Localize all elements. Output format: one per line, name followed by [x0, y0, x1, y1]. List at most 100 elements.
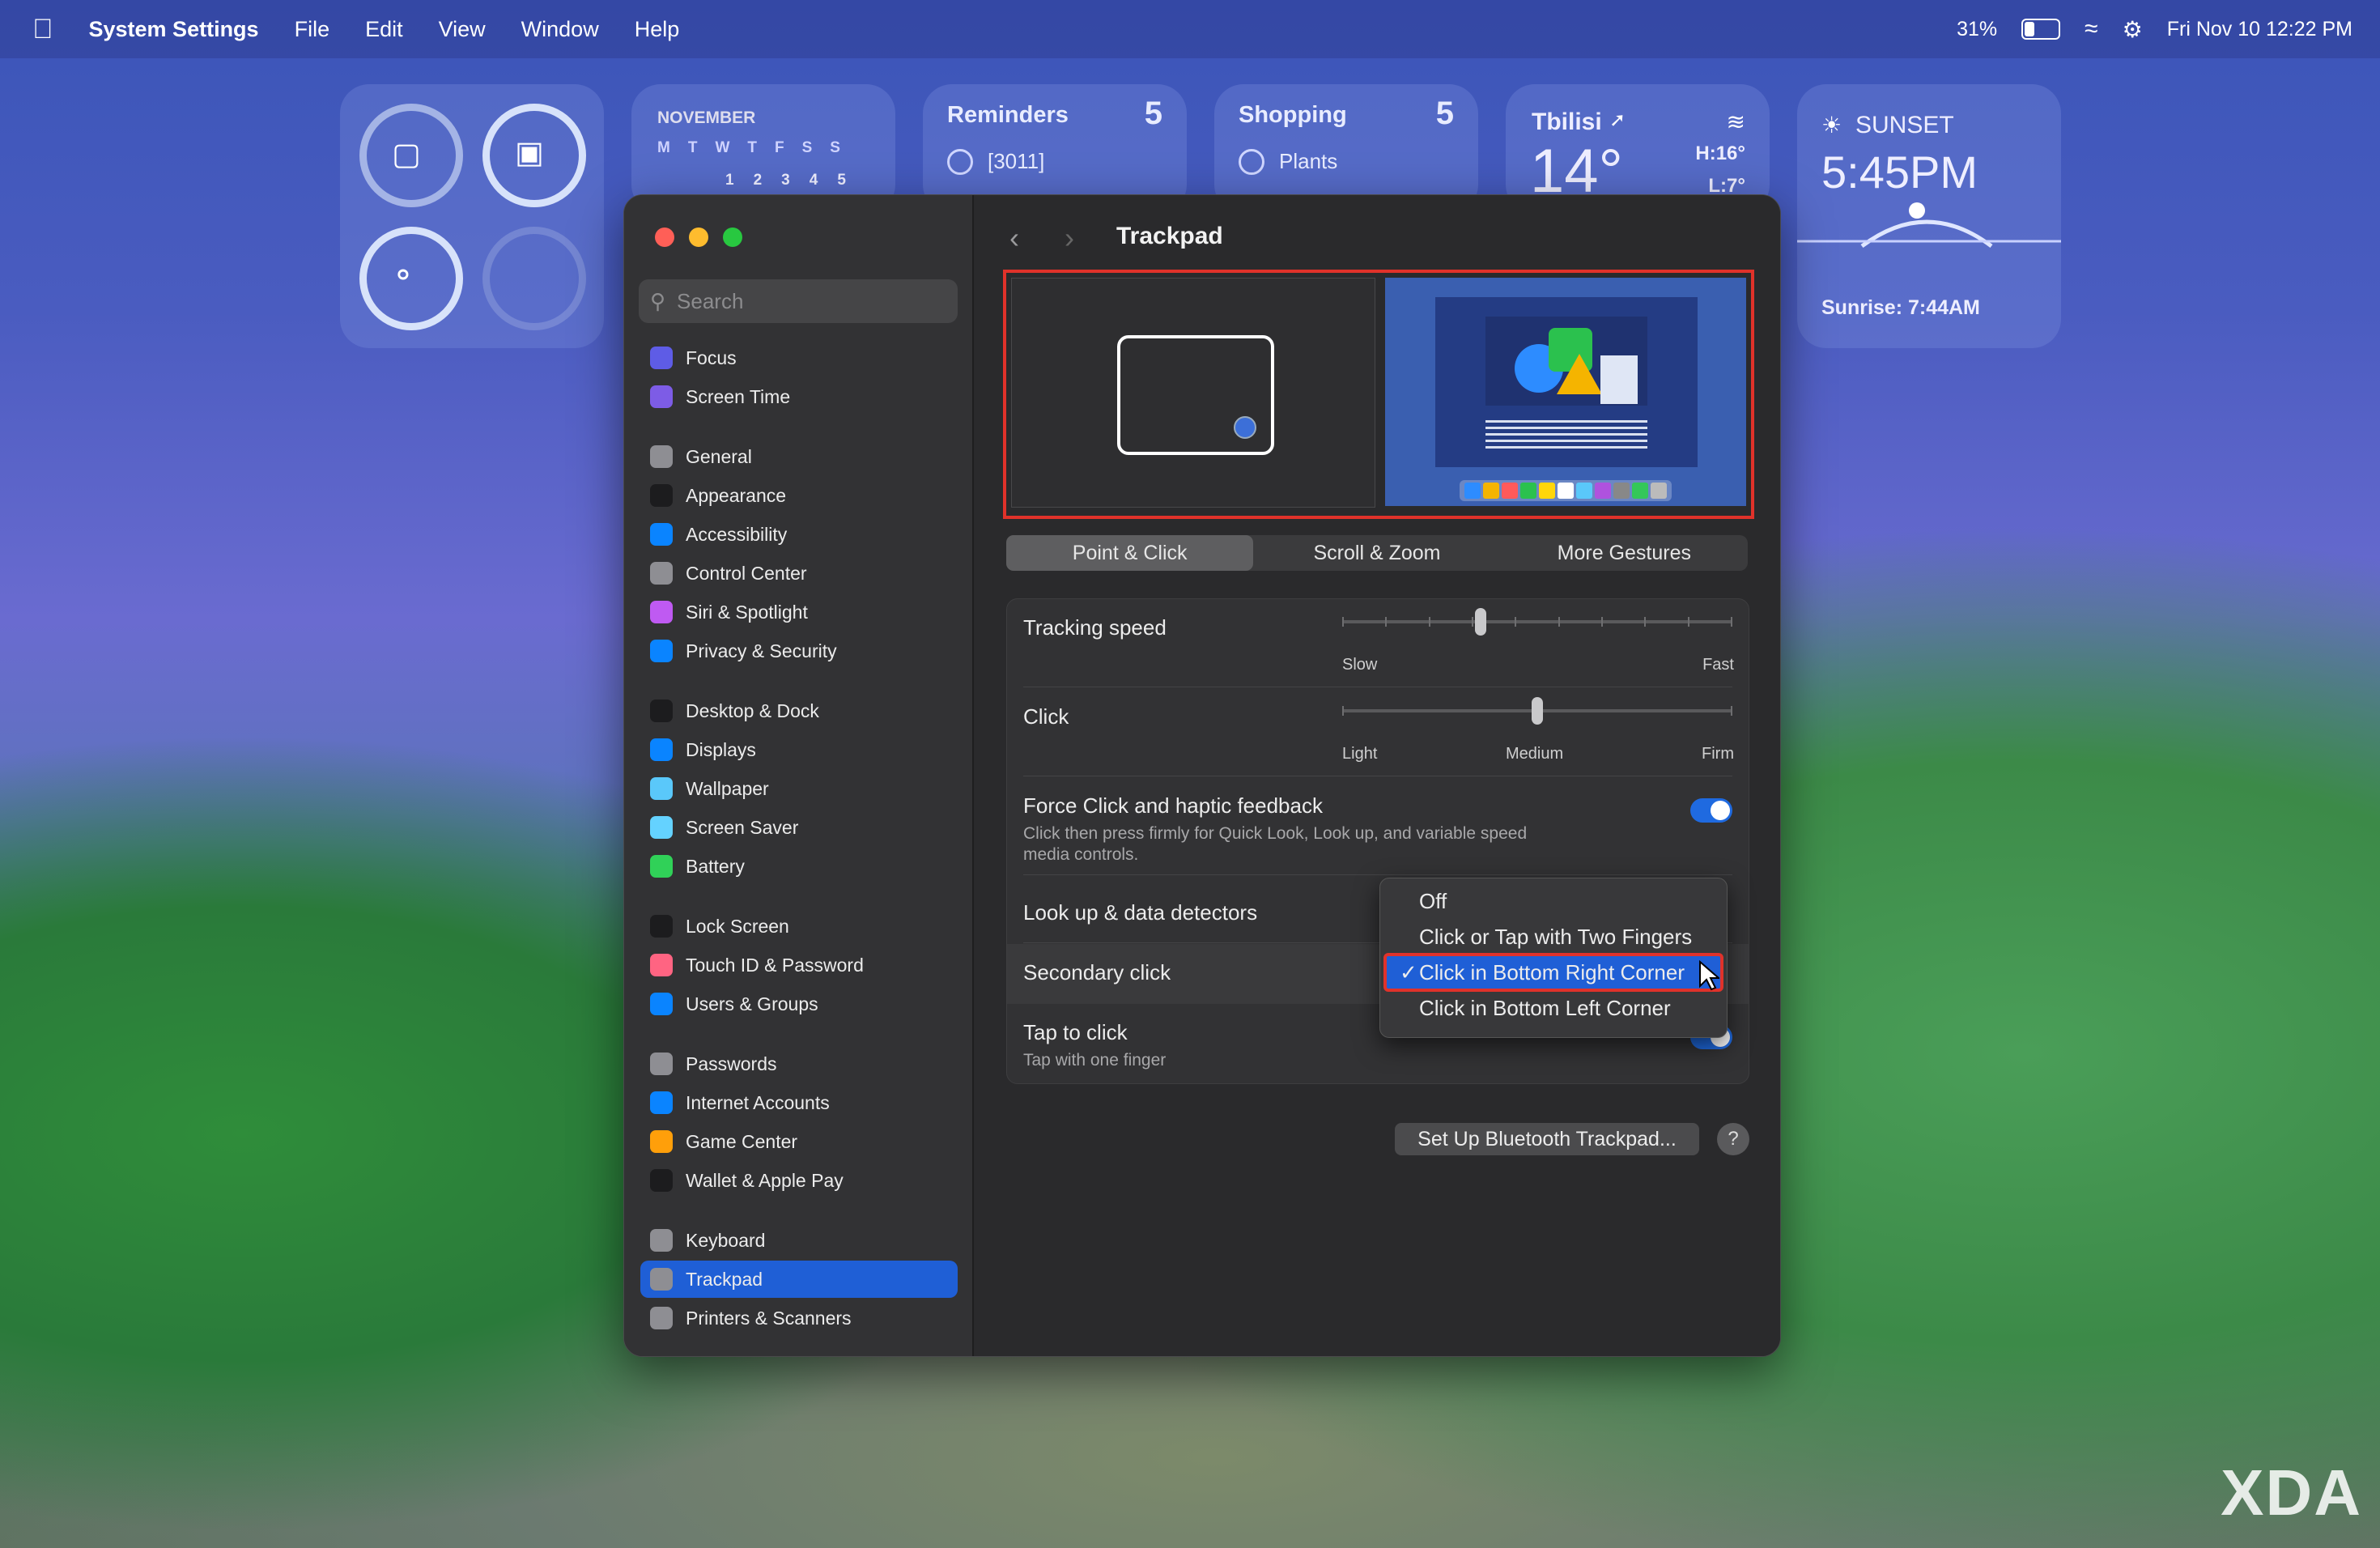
sidebar-item-battery[interactable]: Battery — [640, 848, 958, 885]
shopping-count: 5 — [1435, 96, 1454, 131]
airpods-icon: ⚬ — [390, 259, 416, 293]
sidebar-item-game-center[interactable]: Game Center — [640, 1123, 958, 1160]
sidebar-item-label: Desktop & Dock — [686, 700, 819, 721]
sidebar-item-desktop-dock[interactable]: Desktop & Dock — [640, 692, 958, 729]
weekday: S — [830, 139, 840, 156]
tab-point-click[interactable]: Point & Click — [1006, 535, 1254, 571]
help-button[interactable]: ? — [1717, 1123, 1749, 1155]
reminders-title: Reminders — [947, 102, 1069, 128]
sidebar-item-displays[interactable]: Displays — [640, 731, 958, 768]
sidebar-icon — [650, 484, 673, 507]
minimize-button[interactable] — [689, 228, 708, 247]
sidebar-item-siri-spotlight[interactable]: Siri & Spotlight — [640, 593, 958, 631]
sunset-widget[interactable]: ☀ SUNSET 5:45PM Sunrise: 7:44AM — [1797, 84, 2061, 348]
sidebar-item-label: Privacy & Security — [686, 640, 837, 661]
sidebar: ⚲ Search Focus Screen Time General Appearan… — [624, 195, 974, 1356]
sidebar-item-passwords[interactable]: Passwords — [640, 1045, 958, 1082]
option-off[interactable]: Off — [1380, 883, 1727, 919]
menu-bar:  System Settings File Edit View Window … — [0, 0, 2380, 58]
option-two-fingers[interactable]: Click or Tap with Two Fingers — [1380, 919, 1727, 955]
sidebar-item-label: Lock Screen — [686, 915, 789, 937]
xda-watermark: XDA — [2221, 1457, 2362, 1529]
sidebar-item-screen-saver[interactable]: Screen Saver — [640, 809, 958, 846]
slider-knob[interactable] — [1475, 608, 1486, 636]
sidebar-item-privacy-security[interactable]: Privacy & Security — [640, 632, 958, 670]
sidebar-item-printers-scanners[interactable]: Printers & Scanners — [640, 1299, 958, 1337]
date: 4 — [809, 172, 818, 189]
reminder-checkbox[interactable] — [947, 149, 973, 175]
sidebar-icon — [650, 1307, 673, 1329]
slider-track — [1342, 620, 1732, 623]
sidebar-item-lock-screen[interactable]: Lock Screen — [640, 908, 958, 945]
force-click-desc-2: media controls. — [1023, 845, 1139, 864]
sidebar-item-label: Passwords — [686, 1053, 777, 1074]
sidebar-icon — [650, 385, 673, 408]
slider-tick — [1558, 617, 1560, 627]
sidebar-item-label: Appearance — [686, 484, 787, 506]
menu-help[interactable]: Help — [635, 17, 680, 42]
sidebar-item-wallpaper[interactable]: Wallpaper — [640, 770, 958, 807]
wifi-icon[interactable]: ≈ — [2085, 15, 2097, 43]
sidebar-icon — [650, 1091, 673, 1114]
battery-widget[interactable]: ▢ ▣ ⚬ — [340, 84, 604, 348]
sidebar-item-label: Wallet & Apple Pay — [686, 1169, 844, 1191]
sidebar-item-label: Wallpaper — [686, 777, 769, 799]
menu-edit[interactable]: Edit — [365, 17, 403, 42]
option-bottom-right-corner[interactable]: ✓ Click in Bottom Right Corner — [1383, 953, 1723, 992]
click-medium-label: Medium — [1506, 745, 1564, 763]
sidebar-item-label: Focus — [686, 347, 737, 368]
trackpad-preview — [1011, 278, 1375, 508]
zoom-button[interactable] — [723, 228, 742, 247]
sidebar-item-touch-id-password[interactable]: Touch ID & Password — [640, 946, 958, 984]
tracking-speed-slider[interactable] — [1342, 608, 1732, 653]
sidebar-item-wallet-apple-pay[interactable]: Wallet & Apple Pay — [640, 1162, 958, 1199]
sidebar-item-control-center[interactable]: Control Center — [640, 555, 958, 592]
click-pressure-slider[interactable] — [1342, 697, 1732, 742]
sidebar-icon — [650, 601, 673, 623]
sidebar-item-screen-time[interactable]: Screen Time — [640, 378, 958, 415]
weekday: W — [715, 139, 730, 156]
back-icon[interactable]: ‹ — [1009, 221, 1019, 255]
sidebar-icon — [650, 1268, 673, 1291]
option-label: Click in Bottom Left Corner — [1419, 995, 1671, 1020]
force-click-toggle[interactable] — [1690, 798, 1732, 823]
secondary-click-dropdown: Off Click or Tap with Two Fingers ✓ Clic… — [1379, 878, 1728, 1038]
sidebar-item-accessibility[interactable]: Accessibility — [640, 516, 958, 553]
slider-tick — [1644, 617, 1646, 627]
option-bottom-left-corner[interactable]: Click in Bottom Left Corner — [1380, 990, 1727, 1026]
tab-more-gestures[interactable]: More Gestures — [1501, 535, 1748, 571]
tap-to-click-label: Tap to click — [1023, 1020, 1128, 1044]
sidebar-item-label: Screen Saver — [686, 816, 799, 838]
shopping-checkbox[interactable] — [1239, 149, 1264, 175]
setup-bluetooth-trackpad-button[interactable]: Set Up Bluetooth Trackpad... — [1395, 1123, 1699, 1155]
apple-icon[interactable]:  — [32, 14, 53, 45]
control-center-icon[interactable]: ⚙ — [2123, 16, 2143, 43]
laptop-icon: ▢ — [392, 138, 421, 172]
menu-window[interactable]: Window — [521, 17, 599, 42]
sidebar-item-keyboard[interactable]: Keyboard — [640, 1222, 958, 1259]
sidebar-search[interactable]: ⚲ Search — [639, 279, 958, 323]
menu-file[interactable]: File — [295, 17, 330, 42]
sidebar-icon — [650, 738, 673, 761]
tracking-speed-label: Tracking speed — [1023, 615, 1167, 640]
sidebar-item-focus[interactable]: Focus — [640, 339, 958, 376]
sidebar-item-general[interactable]: General — [640, 438, 958, 475]
close-button[interactable] — [655, 228, 674, 247]
sidebar-item-internet-accounts[interactable]: Internet Accounts — [640, 1084, 958, 1121]
sidebar-item-users-groups[interactable]: Users & Groups — [640, 985, 958, 1023]
sidebar-item-appearance[interactable]: Appearance — [640, 477, 958, 514]
sunset-icon: ☀ — [1821, 113, 1842, 138]
forward-icon[interactable]: › — [1065, 221, 1074, 255]
sidebar-item-trackpad[interactable]: Trackpad — [640, 1261, 958, 1298]
menu-view[interactable]: View — [439, 17, 486, 42]
page-title: Trackpad — [1116, 223, 1223, 249]
tab-scroll-zoom[interactable]: Scroll & Zoom — [1253, 535, 1500, 571]
sidebar-icon — [650, 1130, 673, 1153]
preview-window — [1435, 297, 1698, 467]
clock[interactable]: Fri Nov 10 12:22 PM — [2167, 18, 2352, 41]
slider-knob[interactable] — [1532, 697, 1543, 725]
battery-icon[interactable] — [2021, 19, 2061, 40]
menu-app-name[interactable]: System Settings — [89, 17, 259, 42]
tracking-slow-label: Slow — [1342, 656, 1378, 674]
slider-tick — [1429, 617, 1430, 627]
